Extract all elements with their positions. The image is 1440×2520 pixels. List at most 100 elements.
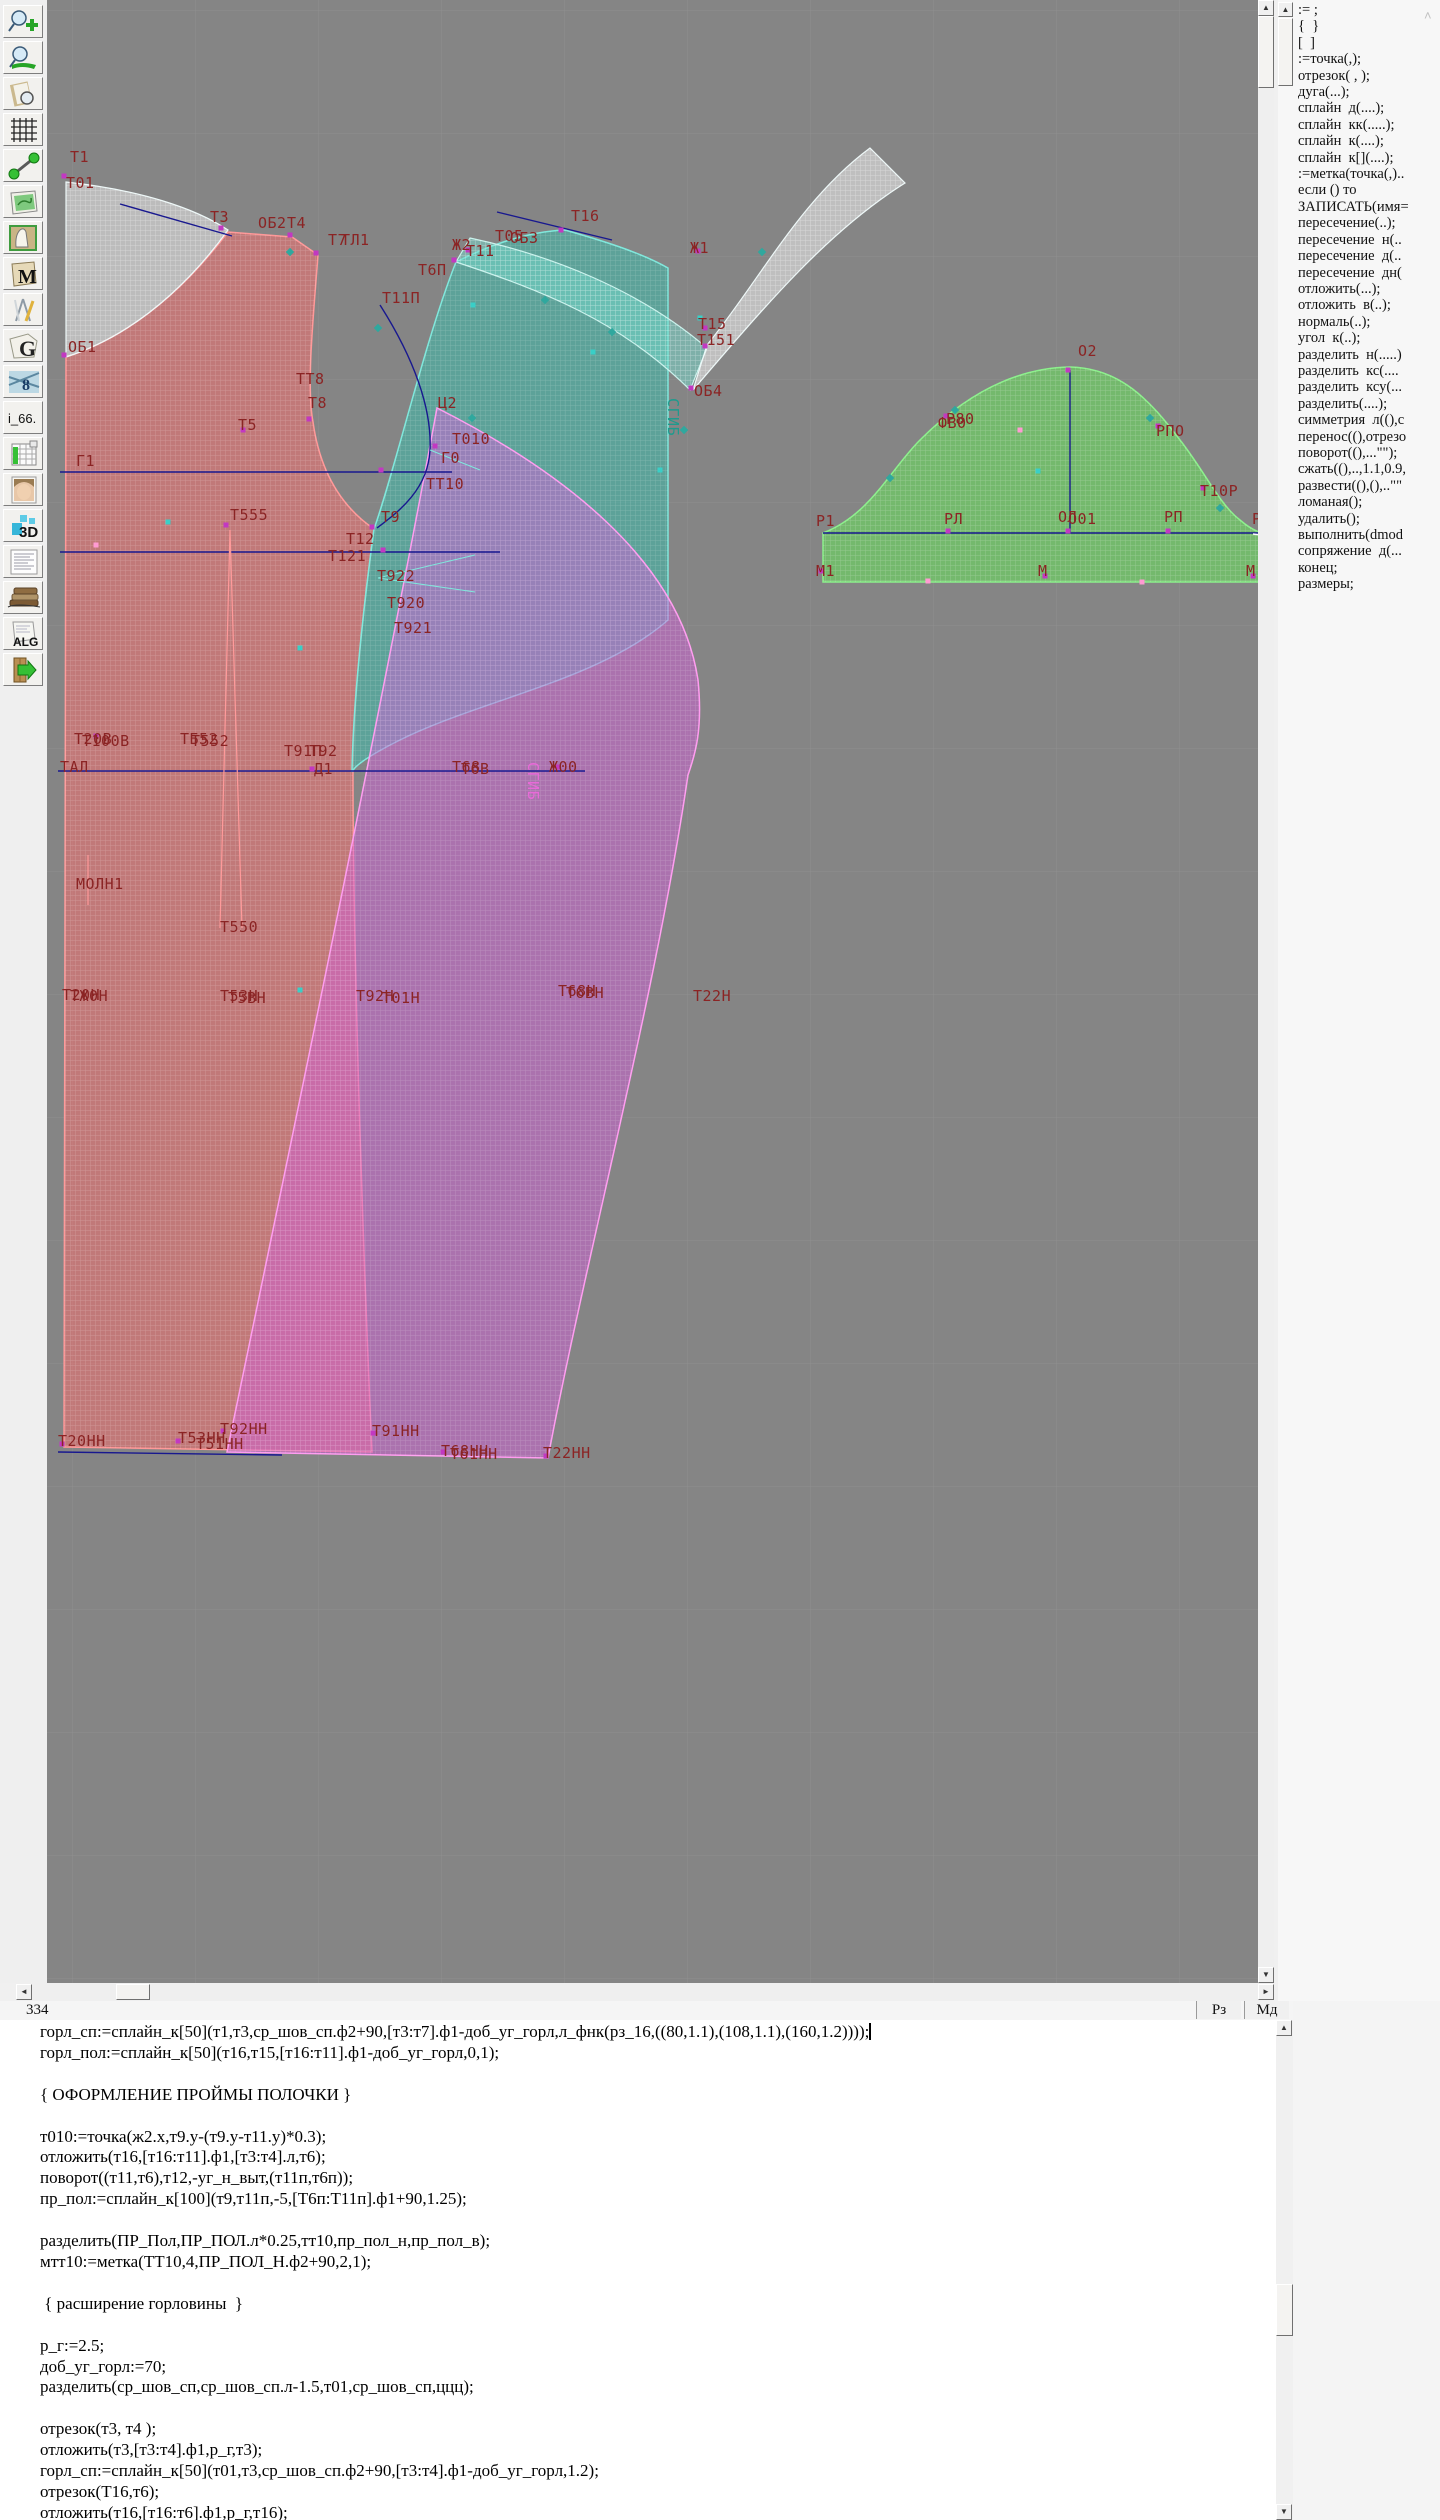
table-chart-icon [6,439,42,469]
view-3d-button[interactable]: 3D [3,509,43,542]
canvas-point-label: Т91НН [372,1422,420,1440]
measure-button[interactable] [3,149,43,182]
sidebar-command-item[interactable]: := ; [1298,2,1438,18]
canvas-point-label: Т555 [230,506,268,524]
i66-button[interactable]: i_66. [3,401,43,434]
exit-button[interactable] [3,653,43,686]
listing-button[interactable] [3,545,43,578]
scroll-down-arrow[interactable]: ▼ [1258,1967,1274,1983]
canvas-point-label: Т92НН [220,1420,268,1438]
layout-button[interactable] [3,221,43,254]
scroll-left-arrow[interactable]: ◄ [16,1984,32,2000]
sidebar-command-item[interactable]: разделить н(.....) [1298,347,1438,363]
canvas-point-label: Т1 [70,148,89,166]
drafting-tools-button[interactable] [3,293,43,326]
sidebar-command-item[interactable]: разделить кс(.... [1298,363,1438,379]
sidebar-command-item[interactable]: поворот((),...""); [1298,445,1438,461]
sidebar-command-item[interactable]: пересечение н(.. [1298,232,1438,248]
canvas-point-label: Т6ВН [566,984,604,1002]
canvas-point-label: Т92 [309,742,338,760]
sidebar-command-item[interactable]: выполнить(dmod [1298,527,1438,543]
sidebar-command-item[interactable]: отложить в(..); [1298,297,1438,313]
canvas-point-label: Т920 [387,594,425,612]
sidebar-command-item[interactable]: симметрия л((),с [1298,412,1438,428]
sidebar-command-item[interactable]: сплайн д(....); [1298,100,1438,116]
threed-icon: 3D [6,511,42,541]
code-editor[interactable]: горл_сп:=сплайн_к[50](т1,т3,ср_шов_сп.ф2… [0,2020,1276,2520]
sidebar-command-item[interactable]: развести((),(),.."" [1298,478,1438,494]
zoom-in-button[interactable] [3,5,43,38]
sidebar-command-item[interactable]: сплайн к(....); [1298,133,1438,149]
sidebar-command-item[interactable]: пересечение(..); [1298,215,1438,231]
canvas-point-label: ОБ2 [258,214,287,232]
sketch-button[interactable] [3,185,43,218]
sidebar-command-item[interactable]: сплайн к[](....); [1298,150,1438,166]
graphics-button[interactable]: G [3,329,43,362]
canvas-vscrollbar[interactable]: ▲ ▼ [1258,0,1274,1983]
editor-scroll-thumb[interactable] [1276,2284,1293,2336]
sidebar-command-item[interactable]: пересечение д(.. [1298,248,1438,264]
sidebar-command-item[interactable]: сплайн кк(.....); [1298,117,1438,133]
canvas-point-label: Г1 [76,452,95,470]
drawing-canvas[interactable]: Т1Т01ОБ1Т3ОБ2Т4Т7ТЛ1Ж2Т11Т6ПТ05ОБ3Т16Ж1Т… [47,0,1258,1983]
i66-label: i_66. [6,403,46,433]
sidebar-command-item[interactable]: [ ] [1298,35,1438,51]
sidebar-command-item[interactable]: отрезок( , ); [1298,68,1438,84]
sidebar-command-item[interactable]: сопряжение д(... [1298,543,1438,559]
sidebar-command-item[interactable]: размеры; [1298,576,1438,592]
canvas-point-label: Ц2 [438,394,457,412]
vscroll-thumb[interactable] [1258,16,1274,88]
sidebar-command-item[interactable]: удалить(); [1298,511,1438,527]
canvas-hscrollbar[interactable]: ◄ ► [16,1983,1274,2001]
canvas-point-label: М [1038,562,1048,580]
scroll-up-arrow[interactable]: ▲ [1258,0,1274,16]
editor-scroll-up[interactable]: ▲ [1276,2020,1292,2036]
canvas-point-label: Т11 [466,242,495,260]
sizes-button[interactable]: 8 [3,365,43,398]
sidebar-scroll-thumb[interactable] [1278,18,1293,86]
preview-button[interactable] [3,77,43,110]
sidebar-command-item[interactable]: пересечение дн( [1298,265,1438,281]
model-photo-button[interactable] [3,473,43,506]
sidebar-scroll-up[interactable]: ▲ [1278,2,1293,17]
svg-text:8: 8 [22,377,30,394]
rz-button[interactable]: Рз [1196,2001,1241,2019]
sidebar-command-item[interactable]: отложить(...); [1298,281,1438,297]
sidebar-command-item[interactable]: перенос((),отрезо [1298,429,1438,445]
sidebar-command-item[interactable]: :=точка(,); [1298,51,1438,67]
page-magnifier-icon [6,79,42,109]
sidebar-command-item[interactable]: разделить ксу(... [1298,379,1438,395]
canvas-point-label: Т11П [382,289,420,307]
sidebar-command-item[interactable]: разделить(....); [1298,396,1438,412]
scroll-right-arrow[interactable]: ► [1258,1984,1274,2000]
grid-button[interactable] [3,113,43,146]
text-listing-icon [6,547,42,577]
sidebar-command-item[interactable]: сжать((),..,1.1,0.9, [1298,461,1438,477]
sidebar-command-item[interactable]: ломаная(); [1298,494,1438,510]
editor-scroll-down[interactable]: ▼ [1276,2504,1292,2520]
sidebar-command-item[interactable]: угол к(..); [1298,330,1438,346]
canvas-point-label: Т151 [697,331,735,349]
canvas-point-label: ТАЛ [60,758,89,776]
canvas-point-label: ОБ1 [68,338,97,356]
sidebar-command-item[interactable]: нормаль(..); [1298,314,1438,330]
editor-vscrollbar[interactable]: ▲ ▼ [1276,2020,1293,2520]
sidebar-command-item[interactable]: { } [1298,18,1438,34]
sidebar-command-item[interactable]: если () то [1298,182,1438,198]
canvas-point-marker [62,353,67,358]
algorithms-button[interactable]: ALG [3,617,43,650]
sidebar-command-item[interactable]: дуга(...); [1298,84,1438,100]
size-table-button[interactable] [3,437,43,470]
canvas-point-label: ТЖ0Н [70,987,108,1005]
measurements-button[interactable]: M [3,257,43,290]
zoom-out-button[interactable] [3,41,43,74]
sidebar-command-item[interactable]: конец; [1298,560,1438,576]
canvas-point-label: ТТ10 [426,475,464,493]
reference-button[interactable] [3,581,43,614]
sidebar-command-item[interactable]: :=метка(точка(,).. [1298,166,1438,182]
hscroll-thumb[interactable] [116,1984,150,2000]
sidebar-command-item[interactable]: ЗАПИСАТЬ(имя= [1298,199,1438,215]
editor-line: горл_сп:=сплайн_к[50](т01,т3,ср_шов_сп.ф… [40,2461,1240,2482]
editor-line [40,2210,1240,2231]
md-button[interactable]: Мд [1244,2001,1289,2019]
